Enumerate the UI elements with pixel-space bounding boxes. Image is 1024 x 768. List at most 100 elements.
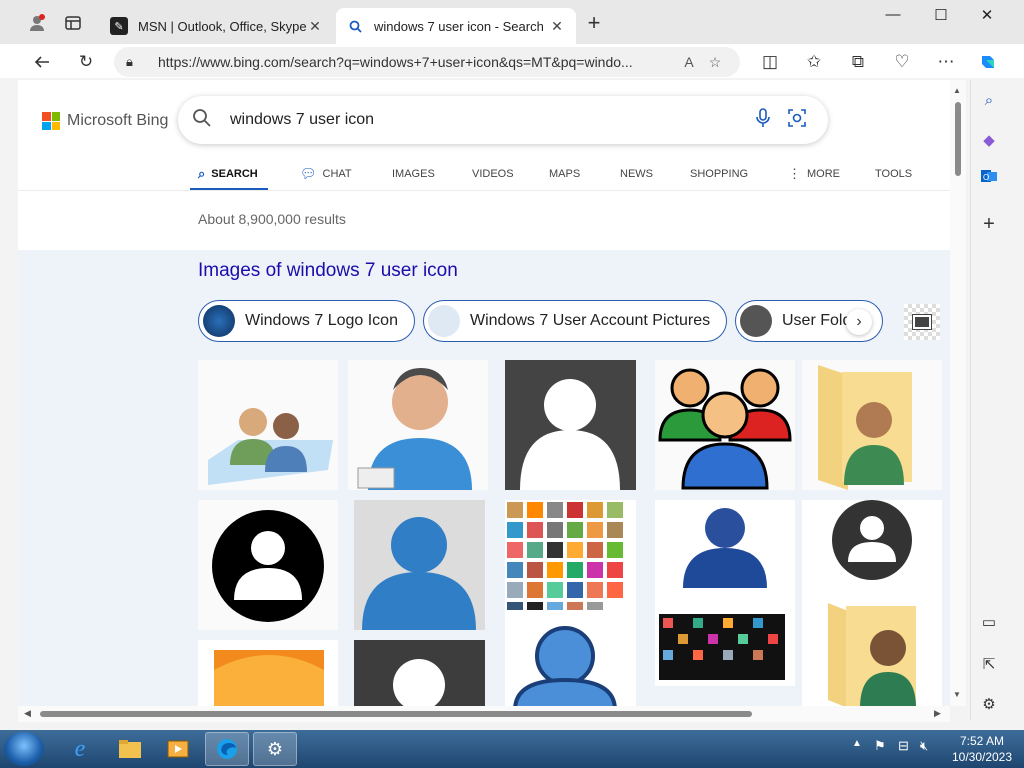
user-silhouette-icon — [520, 379, 620, 490]
image-result[interactable] — [655, 360, 795, 490]
close-tab-icon[interactable]: ✕ — [548, 18, 566, 35]
images-section: Images of windows 7 user icon Windows 7 … — [18, 250, 950, 706]
account-pictures-grid-icon — [659, 614, 785, 680]
volume-muted-icon[interactable]: 🔇︎ — [920, 738, 928, 754]
show-hidden-icons[interactable]: ▲ — [852, 738, 862, 749]
scroll-up-icon[interactable]: ▲ — [953, 86, 961, 95]
back-button[interactable] — [28, 48, 56, 76]
user-blue-icon — [362, 517, 476, 630]
outlook-icon[interactable]: O — [977, 164, 1001, 188]
browser-window: ✎ MSN | Outlook, Office, Skype, Bing ✕ w… — [0, 0, 1024, 730]
tab-images[interactable]: IMAGES — [392, 158, 435, 190]
favorites-icon[interactable]: ✩ — [800, 48, 828, 76]
clock[interactable]: 7:52 AM 10/30/2023 — [944, 733, 1020, 765]
split-screen-icon[interactable]: ◫ — [756, 48, 784, 76]
tab-msn[interactable]: ✎ MSN | Outlook, Office, Skype, Bing ✕ — [100, 8, 334, 44]
image-result[interactable] — [348, 360, 488, 490]
tab-search[interactable]: ⌕ SEARCH — [198, 158, 258, 190]
chip-user-account-pictures[interactable]: Windows 7 User Account Pictures — [423, 300, 727, 342]
close-window-button[interactable]: ✕ — [964, 6, 1010, 28]
image-result[interactable] — [354, 500, 485, 630]
network-icon[interactable]: ⊟ — [898, 738, 909, 754]
more-menu-icon[interactable]: ⋯ — [932, 48, 960, 76]
bing-logo[interactable]: Microsoft Bing — [42, 112, 168, 130]
image-result[interactable] — [198, 640, 338, 706]
address-bar[interactable]: 🔒︎ https://www.bing.com/search?q=windows… — [114, 47, 740, 77]
edge-icon[interactable] — [205, 732, 249, 766]
shopping-icon[interactable]: ◆ — [977, 128, 1001, 152]
minimize-button[interactable]: — — [870, 6, 916, 28]
image-result[interactable] — [655, 610, 795, 686]
vertical-scrollbar[interactable]: ▲ ▼ — [950, 80, 966, 706]
file-explorer-icon[interactable] — [108, 732, 152, 766]
lock-icon[interactable]: 🔒︎ — [126, 54, 144, 70]
scroll-left-icon[interactable]: ◀ — [24, 708, 31, 719]
horizontal-scrollbar[interactable]: ◀ ▶ — [18, 706, 950, 722]
chevron-right-icon[interactable]: › — [846, 309, 872, 335]
chip-windows-7-logo-icon[interactable]: Windows 7 Logo Icon — [198, 300, 415, 342]
media-player-icon[interactable] — [156, 732, 200, 766]
microsoft-logo-icon — [42, 112, 60, 130]
tab-maps[interactable]: MAPS — [549, 158, 580, 190]
user-folder-icon — [828, 603, 916, 706]
read-aloud-icon[interactable]: A — [676, 54, 702, 70]
account-pictures-grid-icon — [507, 502, 623, 610]
search-icon — [346, 17, 364, 35]
copilot-icon[interactable] — [974, 48, 1002, 76]
start-button[interactable] — [4, 732, 44, 766]
open-external-icon[interactable]: ⇱ — [977, 652, 1001, 676]
image-result[interactable] — [198, 500, 338, 630]
settings-gear-icon[interactable]: ⚙ — [977, 692, 1001, 716]
sidebar-toggle-icon[interactable]: ▭ — [977, 610, 1001, 634]
action-center-icon[interactable]: ⚑ — [874, 738, 886, 754]
browser-essentials-icon[interactable]: ♡ — [888, 48, 916, 76]
images-title[interactable]: Images of windows 7 user icon — [198, 260, 458, 282]
image-result[interactable] — [505, 616, 636, 706]
microphone-icon[interactable] — [746, 107, 780, 133]
tab-search[interactable]: windows 7 user icon - Search ✕ — [336, 8, 576, 44]
clock-time: 7:52 AM — [959, 734, 1005, 748]
image-result[interactable] — [802, 360, 942, 490]
image-result[interactable] — [354, 640, 485, 706]
browser-toolbar: ↻ 🔒︎ https://www.bing.com/search?q=windo… — [0, 44, 1024, 78]
tab-more[interactable]: ⋮ MORE — [788, 158, 840, 190]
tab-videos[interactable]: VIDEOS — [472, 158, 514, 190]
internet-explorer-icon[interactable]: e — [58, 732, 102, 766]
tab-actions-icon[interactable] — [60, 10, 86, 36]
add-icon[interactable]: + — [977, 212, 1001, 236]
tab-chat[interactable]: 💬︎ CHAT — [300, 158, 352, 190]
image-result[interactable] — [802, 598, 942, 706]
tab-title: windows 7 user icon - Search — [374, 18, 544, 34]
scrollbar-thumb[interactable] — [40, 711, 752, 717]
user-circle-icon — [212, 510, 324, 622]
maximize-button[interactable]: ☐ — [918, 6, 964, 28]
scroll-right-icon[interactable]: ▶ — [934, 708, 941, 719]
address-url: https://www.bing.com/search?q=windows+7+… — [158, 54, 633, 70]
profile-icon[interactable] — [24, 10, 50, 36]
collections-icon[interactable]: ⧉ — [844, 48, 872, 76]
chat-icon: 💬︎ — [300, 166, 317, 181]
results-count: About 8,900,000 results — [198, 211, 346, 227]
tab-shopping[interactable]: SHOPPING — [690, 158, 748, 190]
search-icon[interactable]: ⌕ — [977, 88, 1001, 112]
refresh-button[interactable]: ↻ — [72, 48, 100, 76]
scroll-down-icon[interactable]: ▼ — [953, 690, 961, 699]
settings-gear-icon[interactable]: ⚙ — [253, 732, 297, 766]
taskbar: e ⚙ ▲ ⚑ ⊟ 🔇︎ 7:52 AM 10/30/2023 — [0, 730, 1024, 768]
image-result[interactable] — [505, 500, 636, 630]
search-icon: ⌕ — [198, 166, 206, 181]
msn-icon: ✎ — [110, 17, 128, 35]
search-input[interactable]: windows 7 user icon — [222, 111, 746, 129]
scrollbar-thumb[interactable] — [955, 102, 961, 176]
tab-tools[interactable]: TOOLS — [875, 158, 912, 190]
image-result[interactable] — [505, 360, 636, 490]
svg-text:O: O — [983, 173, 989, 182]
visual-search-icon[interactable] — [780, 108, 814, 133]
search-box[interactable]: windows 7 user icon — [178, 96, 828, 144]
favorite-star-icon[interactable]: ☆ — [702, 54, 728, 71]
new-tab-button[interactable]: + — [582, 12, 606, 36]
image-result[interactable] — [198, 360, 338, 490]
close-tab-icon[interactable]: ✕ — [306, 18, 324, 35]
tab-news[interactable]: NEWS — [620, 158, 653, 190]
user-folder-icon — [818, 365, 912, 490]
